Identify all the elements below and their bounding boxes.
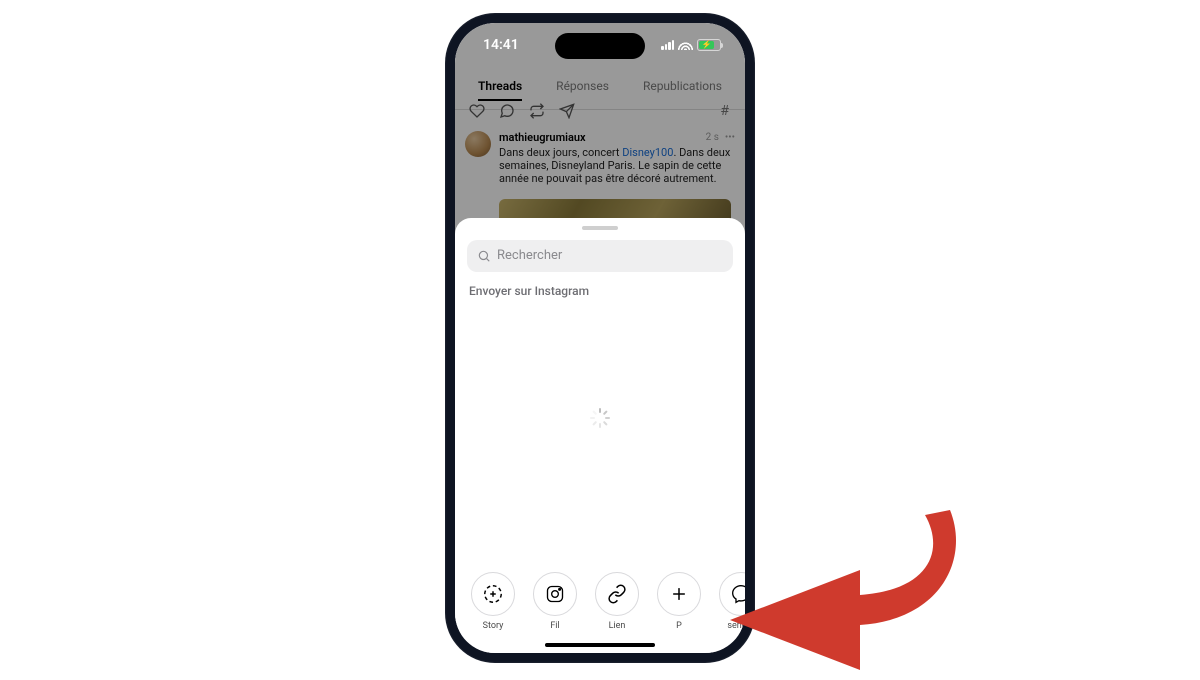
signal-icon (661, 40, 674, 50)
search-input[interactable]: Rechercher (467, 240, 733, 272)
phone-frame: 14:41 ⚡ Threads Réponses Republications (445, 13, 755, 663)
status-time: 14:41 (483, 37, 519, 53)
story-icon (482, 583, 504, 605)
home-indicator[interactable] (545, 643, 655, 647)
loading-spinner-icon (591, 409, 609, 427)
share-story-button[interactable]: Story (471, 572, 515, 631)
search-icon (477, 249, 491, 263)
wifi-icon (678, 39, 693, 50)
share-lien-button[interactable]: Lien (595, 572, 639, 631)
share-options-row[interactable]: Story Fil (455, 572, 745, 631)
send-on-instagram-label: Envoyer sur Instagram (455, 282, 745, 298)
dynamic-island (555, 33, 645, 59)
search-placeholder: Rechercher (497, 248, 562, 263)
instagram-icon (545, 584, 565, 604)
share-fil-button[interactable]: Fil (533, 572, 577, 631)
share-messenger-button[interactable]: senger (719, 572, 745, 631)
phone-screen: 14:41 ⚡ Threads Réponses Republications (455, 23, 745, 653)
share-plus-button[interactable]: P (657, 572, 701, 631)
sheet-grabber[interactable] (582, 226, 618, 230)
battery-icon: ⚡ (697, 39, 721, 51)
share-sheet: Rechercher Envoyer sur Instagram Story (455, 218, 745, 653)
plus-icon (669, 584, 689, 604)
link-icon (607, 584, 627, 604)
messenger-icon (731, 584, 745, 604)
